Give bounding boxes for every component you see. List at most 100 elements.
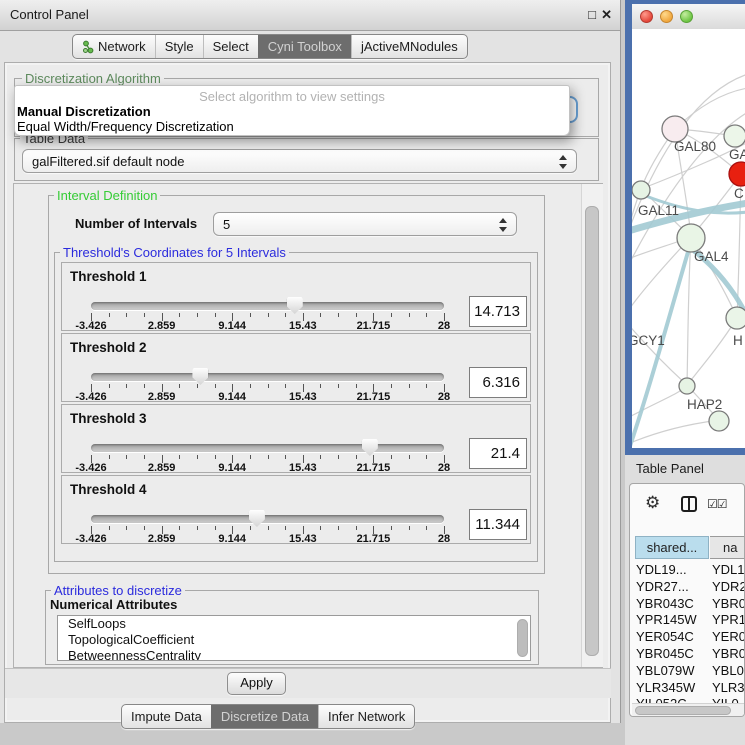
tab-impute-data[interactable]: Impute Data — [122, 705, 211, 728]
network-canvas[interactable]: GAL80GACGAL11GAL4GCY1HHAP2 — [632, 29, 745, 448]
network-node[interactable] — [679, 378, 695, 394]
network-node-label: H — [733, 333, 743, 348]
horizontal-scrollbar-thumb[interactable] — [635, 706, 731, 715]
tab-cyni-toolbox[interactable]: Cyni Toolbox — [258, 35, 351, 58]
cell-name: YDL1 — [712, 562, 745, 577]
threshold-slider-thumb[interactable] — [362, 439, 378, 456]
gear-icon[interactable]: ⚙ — [645, 494, 660, 511]
table-row[interactable]: YBR043CYBR0 — [630, 596, 745, 613]
table-data-combobox[interactable]: galFiltered.sif default node — [22, 149, 577, 173]
table-row[interactable]: YER054C YER0 — [630, 629, 745, 646]
slider-tick-labels: -3.4262.8599.14415.4321.71528 — [91, 320, 444, 332]
mac-close-button[interactable] — [640, 10, 653, 23]
number-of-intervals-combobox[interactable]: 5 — [213, 212, 517, 236]
cell-shared-name: YDL19... — [636, 562, 708, 577]
network-node-label: GAL80 — [674, 139, 716, 154]
threshold-label: Threshold 1 — [70, 269, 147, 284]
network-node-label: GCY1 — [632, 333, 665, 348]
network-node[interactable] — [726, 307, 745, 329]
cell-shared-name: YBR045C — [636, 646, 708, 661]
threshold-slider-track[interactable] — [91, 515, 444, 523]
cell-name: YLR3 — [712, 680, 745, 695]
network-node[interactable] — [724, 125, 745, 147]
column-header-shared-name[interactable]: shared... — [635, 536, 709, 559]
split-columns-icon[interactable] — [681, 496, 697, 512]
threshold-value-field[interactable]: 11.344 — [469, 509, 527, 540]
threshold-slider-thumb[interactable] — [287, 297, 303, 314]
checkboxes-icon[interactable]: ☑☑ — [707, 497, 727, 511]
tab-infer-network[interactable]: Infer Network — [318, 705, 414, 728]
table-row[interactable]: YLR345W YLR3 — [630, 680, 745, 697]
apply-strip — [5, 668, 611, 698]
float-window-icon[interactable]: □ — [588, 7, 596, 22]
threshold-label: Threshold 4 — [70, 482, 147, 497]
apply-button[interactable]: Apply — [227, 672, 286, 695]
tab-network[interactable]: Network — [73, 35, 155, 58]
list-item[interactable]: BetweennessCentrality — [58, 648, 530, 661]
threshold-label: Threshold 2 — [70, 340, 147, 355]
vertical-scrollbar-thumb[interactable] — [585, 206, 599, 656]
table-row[interactable]: YBR045CYBR0 — [630, 646, 745, 663]
tab-discretize-data[interactable]: Discretize Data — [211, 705, 318, 728]
table-row[interactable]: YBL079W YBL0 — [630, 663, 745, 680]
threshold-value-field[interactable]: 6.316 — [469, 367, 527, 398]
list-item[interactable]: TopologicalCoefficient — [58, 632, 530, 648]
network-node-label: C — [734, 186, 744, 201]
threshold-slider-thumb[interactable] — [249, 510, 265, 527]
control-panel-window: Control Panel □ ✕ Network Style Select C — [0, 0, 621, 723]
cell-shared-name: YBL079W — [636, 663, 708, 678]
network-node[interactable] — [632, 181, 650, 199]
mac-minimize-button[interactable] — [660, 10, 673, 23]
mac-zoom-button[interactable] — [680, 10, 693, 23]
tab-style[interactable]: Style — [155, 35, 203, 58]
node-table-panel: ⚙ ☑☑ shared... na YDL19...YDL1YDR27...YD… — [629, 483, 745, 717]
slider-tick-labels: -3.4262.8599.14415.4321.71528 — [91, 391, 444, 403]
slider-tick-labels: -3.4262.8599.14415.4321.71528 — [91, 533, 444, 545]
threshold-label: Threshold 3 — [70, 411, 147, 426]
cell-shared-name: YER054C — [636, 629, 708, 644]
threshold-value-field[interactable]: 21.4 — [469, 438, 527, 469]
menu-item-manual-discretization[interactable]: Manual Discretization — [17, 104, 151, 119]
network-node-label: GA — [729, 147, 745, 162]
threshold-slider-track[interactable] — [91, 302, 444, 310]
vertical-scrollbar[interactable] — [581, 184, 603, 667]
list-scrollbar-thumb[interactable] — [517, 619, 528, 657]
horizontal-scrollbar[interactable] — [632, 703, 744, 717]
close-icon[interactable]: ✕ — [601, 7, 612, 23]
table-row[interactable]: YDR27... YDR2 — [630, 579, 745, 596]
cell-name: YPR1 — [712, 612, 745, 627]
cell-name: YBL0 — [712, 663, 744, 678]
popup-hint: Select algorithm to view settings — [15, 89, 569, 104]
cell-shared-name: YLR345W — [636, 680, 708, 695]
slider-tick-labels: -3.4262.8599.14415.4321.71528 — [91, 462, 444, 474]
network-node[interactable] — [709, 411, 729, 431]
network-node-label: GAL4 — [694, 249, 729, 264]
menu-item-equal-width-frequency[interactable]: Equal Width/Frequency Discretization — [17, 119, 234, 134]
cell-name: YER0 — [712, 629, 745, 644]
discretization-algorithm-group-title: Discretization Algorithm — [22, 71, 164, 86]
table-panel-title: Table Panel — [636, 461, 704, 476]
threshold-slider-track[interactable] — [91, 444, 444, 452]
numerical-attributes-label: Numerical Attributes — [50, 597, 177, 612]
interval-definition-group-title: Interval Definition — [54, 188, 160, 203]
list-item[interactable]: SelfLoops — [58, 616, 530, 632]
column-header-name[interactable]: na — [710, 536, 745, 559]
cell-name: YDR2 — [712, 579, 745, 594]
numerical-attributes-list: SelfLoopsTopologicalCoefficientBetweenne… — [57, 615, 531, 661]
cell-shared-name: YPR145W — [636, 612, 708, 627]
table-row[interactable]: YDL19... YDL1 — [630, 562, 745, 579]
threshold-row: Threshold 3 -3.4262.8599.14415.4321.71528… — [61, 404, 531, 473]
threshold-row: Threshold 1 -3.4262.8599.14415.4321.71528… — [61, 262, 531, 331]
tab-select[interactable]: Select — [203, 35, 258, 58]
threshold-value-field[interactable]: 14.713 — [469, 296, 527, 327]
threshold-slider-track[interactable] — [91, 373, 444, 381]
network-node[interactable] — [677, 224, 705, 252]
table-row[interactable]: YPR145W YPR1 — [630, 612, 745, 629]
tab-jactivemnodules[interactable]: jActiveMNodules — [351, 35, 467, 58]
cell-shared-name: YBR043C — [636, 596, 708, 611]
cell-shared-name: YDR27... — [636, 579, 708, 594]
screen: Control Panel □ ✕ Network Style Select C — [0, 0, 745, 745]
threshold-slider-thumb[interactable] — [192, 368, 208, 385]
network-node-label: GAL11 — [638, 203, 679, 218]
network-icon — [82, 40, 94, 54]
